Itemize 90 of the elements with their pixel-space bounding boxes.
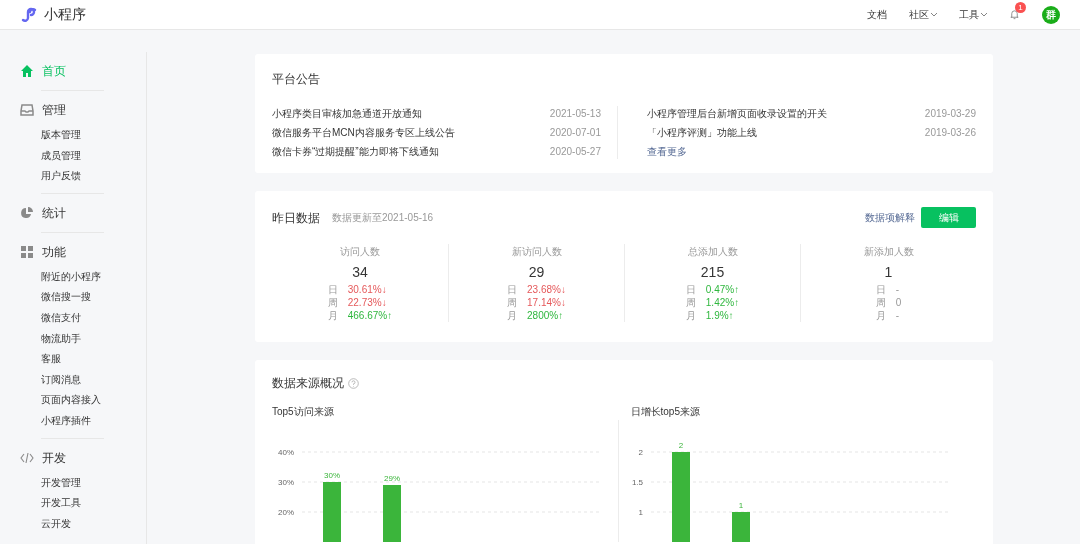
card-title: 数据来源概况 [272, 375, 344, 392]
stat-value: 29 [528, 263, 545, 282]
stat-value: 34 [352, 263, 368, 282]
change-value: 466.67%↑ [347, 309, 393, 322]
axis-tick-label: 30% [278, 478, 294, 487]
change-value: 22.73%↓ [347, 296, 387, 309]
sidebar-item[interactable]: 物流助手 [41, 328, 81, 350]
change-value: 0 [895, 296, 902, 309]
announcement-date: 2020-07-01 [549, 126, 601, 140]
axis-tick-label: 1.5 [631, 478, 643, 487]
bar-value-label: 1 [738, 501, 743, 510]
period-label: 周 [327, 296, 338, 309]
bell-icon [1009, 9, 1020, 20]
sidebar-item[interactable]: 订阅消息 [41, 369, 81, 391]
stat-label: 总添加人数 [687, 245, 738, 259]
axis-tick-label: 1 [638, 508, 643, 517]
change-value: 0.47%↑ [705, 283, 740, 296]
announcement-link[interactable]: 小程序类目审核加急通道开放通知 [272, 106, 422, 121]
change-value: 17.14%↓ [527, 296, 566, 309]
code-icon [20, 450, 34, 465]
stat-label: 访问人数 [340, 245, 380, 259]
chart-subtitle: Top5访问来源 [272, 405, 334, 419]
bar-value-label: 2 [678, 441, 683, 450]
stat-label: 新访问人数 [511, 245, 562, 259]
nav-link[interactable]: 社区 [909, 7, 937, 22]
period-label: 周 [507, 296, 518, 309]
home-icon [20, 64, 34, 78]
bar [323, 482, 341, 542]
announcement-link[interactable]: 微信服务平台MCN内容服务专区上线公告 [272, 125, 455, 140]
sidebar-item[interactable]: 用户反馈 [41, 166, 81, 187]
chart-subtitle: 日增长top5来源 [630, 405, 700, 419]
chevron-down-icon [981, 12, 987, 17]
explain-link[interactable]: 数据项解释 [865, 210, 915, 225]
notification-button[interactable] [1009, 9, 1020, 20]
period-label: 日 [685, 283, 696, 296]
period-label: 日 [507, 283, 518, 296]
sidebar-item[interactable]: 云开发 [41, 513, 71, 535]
card-title: 昨日数据 [272, 209, 320, 227]
change-value: - [895, 283, 900, 296]
logo-text: 小程序 [44, 5, 86, 24]
card-title: 平台公告 [272, 71, 321, 88]
update-note: 数据更新至2021-05-16 [332, 211, 434, 225]
announcement-link[interactable]: 小程序管理后台新增页面收录设置的开关 [647, 106, 827, 121]
stat-label: 新添加人数 [863, 245, 914, 259]
sidebar-item[interactable]: 成员管理 [41, 145, 81, 167]
period-label: 月 [327, 309, 338, 322]
announcement-link[interactable]: 微信卡券“过期提醒”能力即将下线通知 [272, 144, 439, 159]
stat-value: 215 [700, 263, 725, 282]
bar-value-label: 30% [324, 471, 340, 480]
grid-icon [20, 244, 34, 259]
period-label: 月 [685, 309, 696, 322]
sidebar-item[interactable]: 客服 [41, 349, 61, 370]
sidebar-item[interactable]: 微信支付 [41, 307, 81, 329]
announcement-date: 2021-05-13 [549, 107, 601, 121]
nav-link[interactable]: 工具 [959, 7, 987, 22]
period-label: 月 [507, 309, 518, 322]
announcement-date: 2020-05-27 [549, 145, 601, 159]
inbox-icon [20, 103, 34, 117]
announcement-date: 2019-03-29 [924, 107, 976, 121]
change-value: 2800%↑ [527, 309, 564, 322]
period-label: 周 [875, 296, 886, 309]
bar [383, 485, 401, 542]
axis-tick-label: 40% [278, 448, 294, 457]
sidebar-item[interactable]: 微信搜一搜 [41, 287, 91, 308]
change-value: - [895, 309, 900, 322]
sidebar-item[interactable]: 页面内容接入 [41, 390, 101, 411]
axis-tick-label: 20% [278, 508, 294, 517]
announcement-date: 2019-03-26 [924, 126, 976, 140]
period-label: 周 [685, 296, 696, 309]
stat-value: 1 [884, 263, 893, 282]
more-link[interactable]: 查看更多 [647, 144, 687, 159]
period-label: 月 [875, 309, 886, 322]
logo-icon [20, 5, 38, 24]
change-value: 30.61%↓ [347, 283, 387, 296]
period-label: 日 [875, 283, 886, 296]
notification-badge: 1 [1015, 2, 1026, 13]
sidebar-section[interactable]: 统计 [20, 193, 104, 232]
sidebar-item[interactable]: 开发工具 [41, 493, 81, 514]
change-value: 23.68%↓ [527, 283, 566, 296]
bar-value-label: 29% [384, 474, 400, 483]
change-value: 1.42%↑ [705, 296, 740, 309]
axis-tick-label: 2 [638, 448, 643, 457]
pie-chart-icon [20, 205, 34, 220]
announcement-link[interactable]: 「小程序评测」功能上线 [647, 125, 757, 140]
bar [731, 512, 750, 542]
chevron-down-icon [931, 12, 937, 17]
sidebar-item[interactable]: 小程序插件 [41, 410, 91, 432]
period-label: 日 [327, 283, 338, 296]
nav-link[interactable]: 文档 [867, 7, 887, 22]
change-value: 1.9%↑ [705, 309, 734, 322]
